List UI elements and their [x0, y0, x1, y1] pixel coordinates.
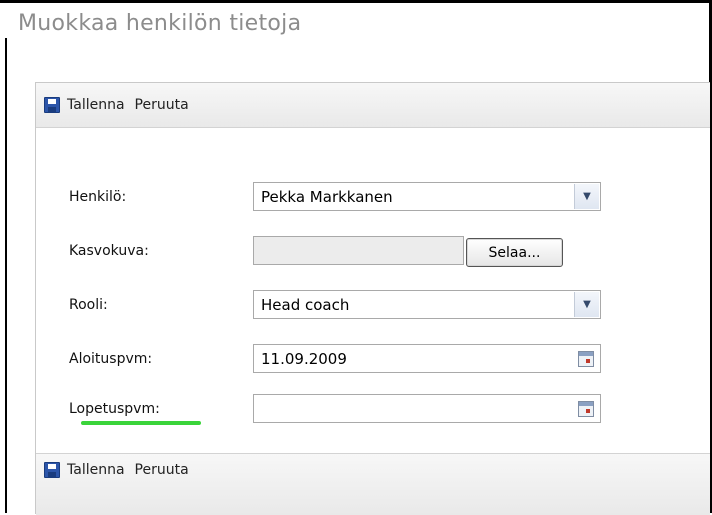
start-date-value: 11.09.2009 — [261, 349, 347, 368]
end-date-label: Lopetuspvm: — [69, 401, 160, 417]
highlight-underline — [81, 421, 201, 425]
cancel-button[interactable]: Peruuta — [135, 97, 189, 113]
save-icon[interactable] — [44, 97, 60, 113]
browse-button[interactable]: Selaa... — [466, 238, 563, 267]
role-label: Rooli: — [69, 297, 108, 313]
person-label: Henkilö: — [69, 189, 127, 205]
chevron-down-icon[interactable]: ▼ — [574, 292, 599, 317]
page-title: Muokkaa henkilön tietoja — [18, 11, 302, 36]
edit-panel: Tallenna Peruuta Henkilö: Pekka Markkane… — [35, 82, 710, 515]
toolbar-top: Tallenna Peruuta — [36, 83, 710, 128]
frame-border-left — [5, 38, 7, 513]
photo-label: Kasvokuva: — [69, 243, 149, 259]
save-icon[interactable] — [44, 462, 60, 478]
chevron-down-icon[interactable]: ▼ — [574, 184, 599, 209]
calendar-icon[interactable] — [578, 350, 594, 367]
calendar-icon[interactable] — [578, 400, 594, 417]
save-button[interactable]: Tallenna — [67, 97, 125, 113]
start-date-field[interactable]: 11.09.2009 — [253, 344, 601, 373]
photo-file-input[interactable] — [253, 236, 464, 265]
person-select[interactable]: Pekka Markkanen ▼ — [253, 182, 601, 211]
end-date-field[interactable] — [253, 394, 601, 423]
role-select[interactable]: Head coach ▼ — [253, 290, 601, 319]
cancel-button[interactable]: Peruuta — [135, 462, 189, 478]
toolbar-bottom: Tallenna Peruuta — [36, 453, 710, 515]
role-value: Head coach — [261, 295, 350, 314]
person-value: Pekka Markkanen — [261, 187, 393, 206]
frame-border-top — [0, 0, 712, 3]
start-date-label: Aloituspvm: — [69, 351, 153, 367]
save-button[interactable]: Tallenna — [67, 462, 125, 478]
